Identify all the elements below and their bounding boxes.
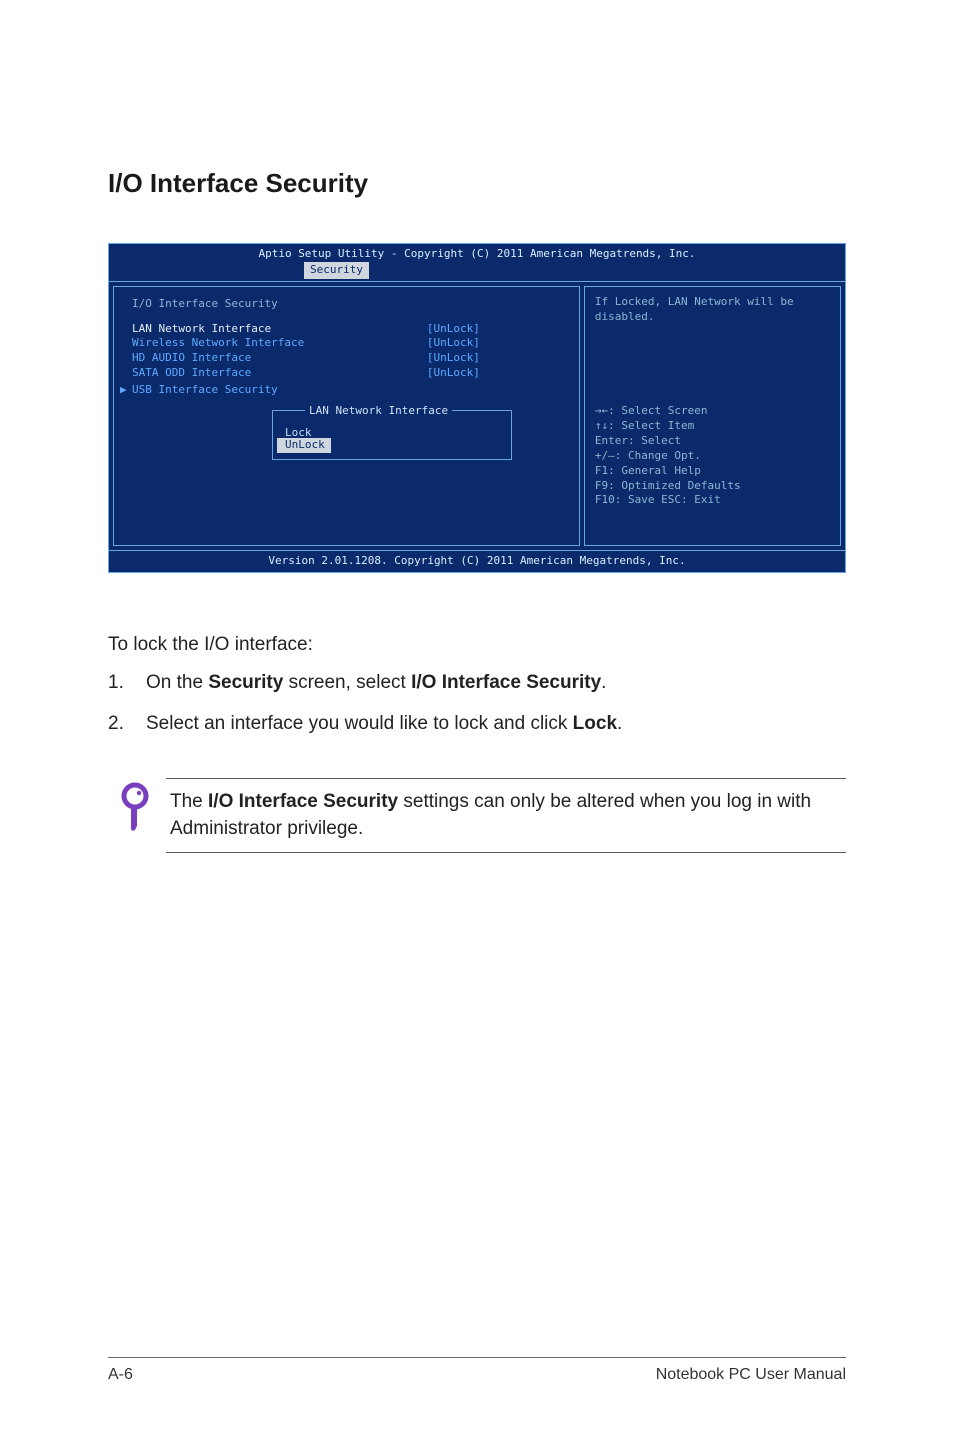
nav-hint: →←: Select Screen (595, 404, 830, 419)
bios-help-panel: If Locked, LAN Network will be disabled.… (584, 286, 841, 546)
t: . (601, 672, 606, 693)
bios-tab-bar: Security (109, 262, 845, 281)
note-block: The I/O Interface Security settings can … (108, 778, 846, 853)
t-bold: Lock (573, 713, 617, 734)
page-number: A-6 (108, 1366, 133, 1384)
step-number: 2. (108, 710, 146, 739)
manual-title: Notebook PC User Manual (656, 1366, 846, 1384)
nav-hint: ↑↓: Select Item (595, 419, 830, 434)
page-footer: A-6 Notebook PC User Manual (108, 1357, 846, 1384)
intro-text: To lock the I/O interface: (108, 631, 846, 660)
submenu-arrow-icon: ▶ (120, 383, 132, 398)
setting-wireless-network-interface[interactable]: Wireless Network Interface [UnLock] (132, 336, 567, 351)
t-bold: I/O Interface Security (411, 672, 601, 693)
step-1: 1. On the Security screen, select I/O In… (108, 669, 846, 698)
setting-value: [UnLock] (427, 336, 567, 351)
magnifier-icon (108, 778, 166, 832)
page-title: I/O Interface Security (108, 168, 846, 199)
nav-hint: F9: Optimized Defaults (595, 479, 830, 494)
t: screen, select (283, 672, 411, 693)
setting-label: SATA ODD Interface (132, 366, 427, 381)
step-number: 1. (108, 669, 146, 698)
submenu-label: USB Interface Security (132, 383, 278, 396)
popup-option-unlock[interactable]: UnLock (277, 438, 331, 453)
setting-hd-audio-interface[interactable]: HD AUDIO Interface [UnLock] (132, 351, 567, 366)
bios-nav-hints: →←: Select Screen ↑↓: Select Item Enter:… (595, 404, 830, 508)
setting-value: [UnLock] (427, 351, 567, 366)
step-text: Select an interface you would like to lo… (146, 710, 846, 739)
t: The (170, 791, 208, 812)
bios-main-panel: I/O Interface Security LAN Network Inter… (113, 286, 580, 546)
setting-label: HD AUDIO Interface (132, 351, 427, 366)
note-text: The I/O Interface Security settings can … (166, 778, 846, 853)
popup-title: LAN Network Interface (305, 404, 452, 419)
t: Select an interface you would like to lo… (146, 713, 573, 734)
nav-hint: F10: Save ESC: Exit (595, 493, 830, 508)
setting-lan-network-interface[interactable]: LAN Network Interface [UnLock] (132, 322, 567, 337)
bios-version-footer: Version 2.01.1208. Copyright (C) 2011 Am… (109, 551, 845, 572)
nav-hint: Enter: Select (595, 434, 830, 449)
bios-utility-title: Aptio Setup Utility - Copyright (C) 2011… (109, 244, 845, 262)
setting-sata-odd-interface[interactable]: SATA ODD Interface [UnLock] (132, 366, 567, 381)
t-bold: Security (208, 672, 283, 693)
setting-value: [UnLock] (427, 322, 567, 337)
bios-screenshot: Aptio Setup Utility - Copyright (C) 2011… (108, 243, 846, 573)
step-text: On the Security screen, select I/O Inter… (146, 669, 846, 698)
t-bold: I/O Interface Security (208, 791, 398, 812)
nav-hint: F1: General Help (595, 464, 830, 479)
setting-label: Wireless Network Interface (132, 336, 427, 351)
setting-label: LAN Network Interface (132, 322, 427, 337)
t: . (617, 713, 622, 734)
popup-lan-network-interface: LAN Network Interface Lock UnLock (272, 410, 512, 461)
step-2: 2. Select an interface you would like to… (108, 710, 846, 739)
bios-section-title: I/O Interface Security (132, 297, 567, 312)
body-instructions: To lock the I/O interface: 1. On the Sec… (108, 631, 846, 739)
setting-value: [UnLock] (427, 366, 567, 381)
submenu-usb-interface-security[interactable]: ▶USB Interface Security (120, 383, 567, 398)
nav-hint: +/—: Change Opt. (595, 449, 830, 464)
bios-help-text: If Locked, LAN Network will be disabled. (595, 295, 830, 325)
tab-security[interactable]: Security (304, 262, 369, 279)
t: On the (146, 672, 208, 693)
